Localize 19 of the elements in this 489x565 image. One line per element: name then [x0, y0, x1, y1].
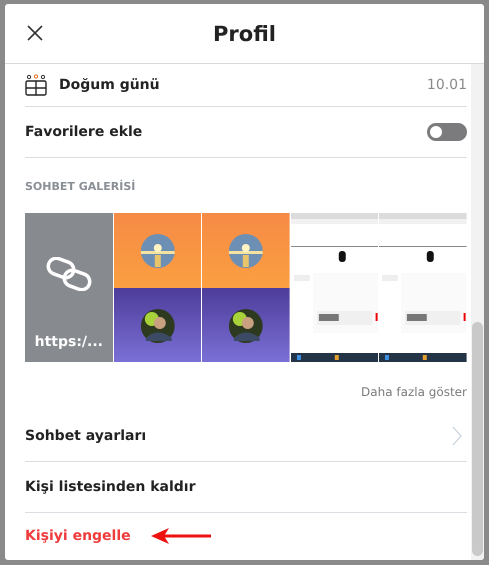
show-more-link[interactable]: Daha fazla göster [361, 385, 467, 399]
link-text: https:/... [34, 334, 103, 350]
birthday-value: 10.01 [426, 77, 467, 93]
link-tile[interactable]: https:/... [25, 213, 113, 362]
arrow-annotation [150, 528, 211, 544]
scrollbar-thumb[interactable] [472, 322, 483, 556]
section-heading: SOHBET GALERİSİ [25, 180, 136, 193]
chevron-icon [452, 426, 462, 446]
close-icon[interactable] [27, 25, 43, 41]
action-label[interactable]: Kişi listesinden kaldır [25, 479, 196, 495]
gift-icon [25, 74, 47, 96]
favorites-label: Favorilere ekle [25, 124, 142, 140]
favorites-toggle[interactable] [427, 123, 467, 141]
dialog-title: Profil [213, 22, 276, 46]
action-label[interactable]: Sohbet ayarları [25, 428, 146, 444]
link-icon [46, 257, 92, 291]
block-contact-link[interactable]: Kişiyi engelle [25, 528, 131, 544]
scrollbar[interactable] [471, 64, 484, 560]
birthday-label: Doğum günü [59, 77, 160, 93]
